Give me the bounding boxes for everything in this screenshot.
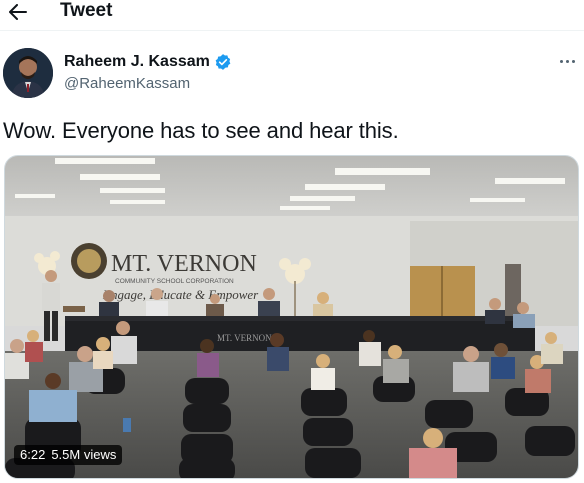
- more-options-button[interactable]: [556, 54, 578, 68]
- tweet-text: Wow. Everyone has to see and hear this.: [3, 118, 399, 143]
- video-player[interactable]: MT. VERNON COMMUNITY SCHOOL CORPORATION …: [4, 155, 579, 479]
- top-bar: Tweet: [0, 0, 584, 31]
- back-button[interactable]: [6, 1, 30, 23]
- table-skirt-text: MT. VERNON: [217, 333, 272, 343]
- video-views: 5.5M views: [51, 447, 117, 462]
- more-dot-icon: [565, 59, 569, 63]
- video-frame: MT. VERNON COMMUNITY SCHOOL CORPORATION …: [5, 156, 578, 478]
- page-title: Tweet: [60, 0, 113, 21]
- author-name-text: Raheem J. Kassam: [64, 53, 210, 70]
- video-stats-badge: 6:22 5.5M views: [14, 445, 123, 465]
- banner-tagline: Engage, Educate & Empower: [102, 287, 259, 302]
- more-dot-icon: [571, 59, 575, 63]
- author-handle[interactable]: @RaheemKassam: [64, 74, 190, 94]
- banner-name: MT. VERNON: [111, 251, 257, 277]
- profile-photo: [3, 48, 53, 98]
- arrow-left-icon: [9, 4, 27, 20]
- more-dot-icon: [559, 59, 563, 63]
- author-name[interactable]: Raheem J. Kassam: [64, 52, 232, 72]
- banner-sub: COMMUNITY SCHOOL CORPORATION: [115, 278, 234, 285]
- video-duration: 6:22: [20, 447, 46, 462]
- avatar[interactable]: [3, 48, 53, 98]
- verified-badge-icon: [215, 54, 231, 70]
